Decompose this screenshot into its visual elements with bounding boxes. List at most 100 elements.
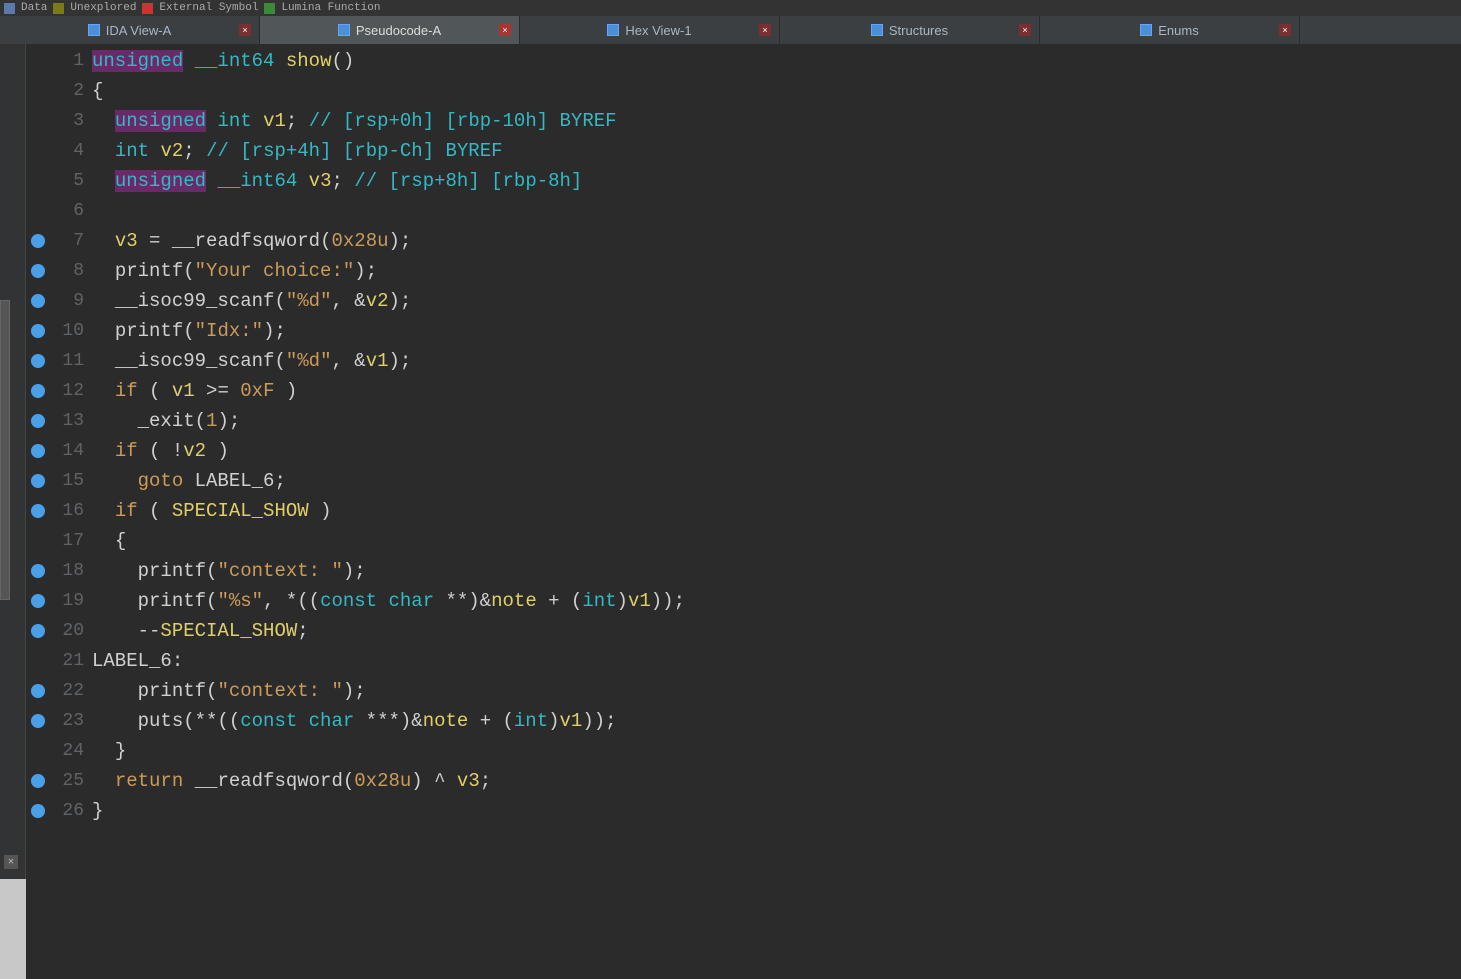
breakpoint-gutter[interactable] [26, 594, 50, 608]
code-text[interactable]: puts(**((const char ***)&note + (int)v1)… [92, 706, 617, 736]
code-line[interactable]: 14 if ( !v2 ) [26, 436, 1461, 466]
code-line[interactable]: 15 goto LABEL_6; [26, 466, 1461, 496]
breakpoint-gutter[interactable] [26, 624, 50, 638]
code-text[interactable]: unsigned int v1; // [rsp+0h] [rbp-10h] B… [92, 106, 617, 136]
code-text[interactable]: int v2; // [rsp+4h] [rbp-Ch] BYREF [92, 136, 503, 166]
code-line[interactable]: 25 return __readfsqword(0x28u) ^ v3; [26, 766, 1461, 796]
tab-hex-view-1[interactable]: Hex View-1× [520, 16, 780, 44]
code-text[interactable]: unsigned __int64 show() [92, 46, 354, 76]
tab-enums[interactable]: Enums × [1040, 16, 1300, 44]
code-text[interactable]: if ( v1 >= 0xF ) [92, 376, 297, 406]
tab-close-icon[interactable]: × [759, 24, 771, 36]
breakpoint-gutter[interactable] [26, 564, 50, 578]
tab-close-icon[interactable]: × [1019, 24, 1031, 36]
breakpoint-gutter[interactable] [26, 804, 50, 818]
breakpoint-gutter[interactable] [26, 774, 50, 788]
code-line[interactable]: 13 _exit(1); [26, 406, 1461, 436]
code-text[interactable]: printf("context: "); [92, 556, 366, 586]
code-text[interactable]: unsigned __int64 v3; // [rsp+8h] [rbp-8h… [92, 166, 582, 196]
code-line[interactable]: 7 v3 = __readfsqword(0x28u); [26, 226, 1461, 256]
breakpoint-gutter[interactable] [26, 264, 50, 278]
code-text[interactable]: { [92, 526, 126, 556]
breakpoint-dot-icon[interactable] [31, 624, 45, 638]
code-line[interactable]: 22 printf("context: "); [26, 676, 1461, 706]
breakpoint-dot-icon[interactable] [31, 234, 45, 248]
tab-pseudocode-a[interactable]: Pseudocode-A× [260, 16, 520, 44]
breakpoint-dot-icon[interactable] [31, 444, 45, 458]
code-line[interactable]: 6 [26, 196, 1461, 226]
code-text[interactable]: { [92, 76, 103, 106]
breakpoint-dot-icon[interactable] [31, 504, 45, 518]
tab-ida-view-a[interactable]: IDA View-A× [0, 16, 260, 44]
breakpoint-gutter[interactable] [26, 384, 50, 398]
code-line[interactable]: 21LABEL_6: [26, 646, 1461, 676]
code-text[interactable]: if ( SPECIAL_SHOW ) [92, 496, 331, 526]
code-line[interactable]: 12 if ( v1 >= 0xF ) [26, 376, 1461, 406]
breakpoint-dot-icon[interactable] [31, 474, 45, 488]
breakpoint-gutter[interactable] [26, 354, 50, 368]
line-number: 14 [50, 436, 92, 466]
breakpoint-dot-icon[interactable] [31, 774, 45, 788]
breakpoint-dot-icon[interactable] [31, 594, 45, 608]
breakpoint-dot-icon[interactable] [31, 294, 45, 308]
code-text[interactable]: v3 = __readfsqword(0x28u); [92, 226, 411, 256]
code-text[interactable]: goto LABEL_6; [92, 466, 286, 496]
code-line[interactable]: 17 { [26, 526, 1461, 556]
breakpoint-dot-icon[interactable] [31, 564, 45, 578]
code-line[interactable]: 3 unsigned int v1; // [rsp+0h] [rbp-10h]… [26, 106, 1461, 136]
code-text[interactable]: printf("%s", *((const char **)&note + (i… [92, 586, 685, 616]
breakpoint-dot-icon[interactable] [31, 354, 45, 368]
scrollbar[interactable] [0, 300, 10, 600]
code-line[interactable]: 9 __isoc99_scanf("%d", &v2); [26, 286, 1461, 316]
breakpoint-gutter[interactable] [26, 474, 50, 488]
code-line[interactable]: 10 printf("Idx:"); [26, 316, 1461, 346]
code-text[interactable]: LABEL_6: [92, 646, 183, 676]
breakpoint-gutter[interactable] [26, 714, 50, 728]
tab-close-icon[interactable]: × [499, 24, 511, 36]
code-line[interactable]: 26} [26, 796, 1461, 826]
code-line[interactable]: 8 printf("Your choice:"); [26, 256, 1461, 286]
breakpoint-dot-icon[interactable] [31, 804, 45, 818]
code-text[interactable]: return __readfsqword(0x28u) ^ v3; [92, 766, 491, 796]
code-text[interactable]: __isoc99_scanf("%d", &v2); [92, 286, 411, 316]
tab-label: Enums [1158, 23, 1198, 38]
code-line[interactable]: 18 printf("context: "); [26, 556, 1461, 586]
breakpoint-dot-icon[interactable] [31, 714, 45, 728]
breakpoint-dot-icon[interactable] [31, 264, 45, 278]
breakpoint-gutter[interactable] [26, 414, 50, 428]
tab-close-icon[interactable]: × [239, 24, 251, 36]
code-text[interactable]: __isoc99_scanf("%d", &v1); [92, 346, 411, 376]
breakpoint-gutter[interactable] [26, 504, 50, 518]
code-line[interactable]: 16 if ( SPECIAL_SHOW ) [26, 496, 1461, 526]
code-text[interactable]: } [92, 736, 126, 766]
breakpoint-gutter[interactable] [26, 324, 50, 338]
breakpoint-dot-icon[interactable] [31, 324, 45, 338]
pseudocode-view[interactable]: 1unsigned __int64 show()2{3 unsigned int… [26, 44, 1461, 979]
code-line[interactable]: 2{ [26, 76, 1461, 106]
code-text[interactable]: _exit(1); [92, 406, 240, 436]
breakpoint-gutter[interactable] [26, 294, 50, 308]
breakpoint-dot-icon[interactable] [31, 414, 45, 428]
code-text[interactable]: printf("context: "); [92, 676, 366, 706]
breakpoint-dot-icon[interactable] [31, 384, 45, 398]
breakpoint-gutter[interactable] [26, 234, 50, 248]
code-line[interactable]: 23 puts(**((const char ***)&note + (int)… [26, 706, 1461, 736]
breakpoint-dot-icon[interactable] [31, 684, 45, 698]
tab-structures[interactable]: Structures× [780, 16, 1040, 44]
code-text[interactable]: printf("Your choice:"); [92, 256, 377, 286]
code-line[interactable]: 20 --SPECIAL_SHOW; [26, 616, 1461, 646]
breakpoint-gutter[interactable] [26, 444, 50, 458]
code-line[interactable]: 24 } [26, 736, 1461, 766]
code-line[interactable]: 5 unsigned __int64 v3; // [rsp+8h] [rbp-… [26, 166, 1461, 196]
code-line[interactable]: 4 int v2; // [rsp+4h] [rbp-Ch] BYREF [26, 136, 1461, 166]
code-line[interactable]: 11 __isoc99_scanf("%d", &v1); [26, 346, 1461, 376]
code-text[interactable]: if ( !v2 ) [92, 436, 229, 466]
code-text[interactable]: printf("Idx:"); [92, 316, 286, 346]
close-icon[interactable]: ✕ [4, 855, 18, 869]
code-line[interactable]: 19 printf("%s", *((const char **)&note +… [26, 586, 1461, 616]
breakpoint-gutter[interactable] [26, 684, 50, 698]
code-line[interactable]: 1unsigned __int64 show() [26, 46, 1461, 76]
code-text[interactable]: } [92, 796, 103, 826]
tab-close-icon[interactable]: × [1279, 24, 1291, 36]
code-text[interactable]: --SPECIAL_SHOW; [92, 616, 309, 646]
